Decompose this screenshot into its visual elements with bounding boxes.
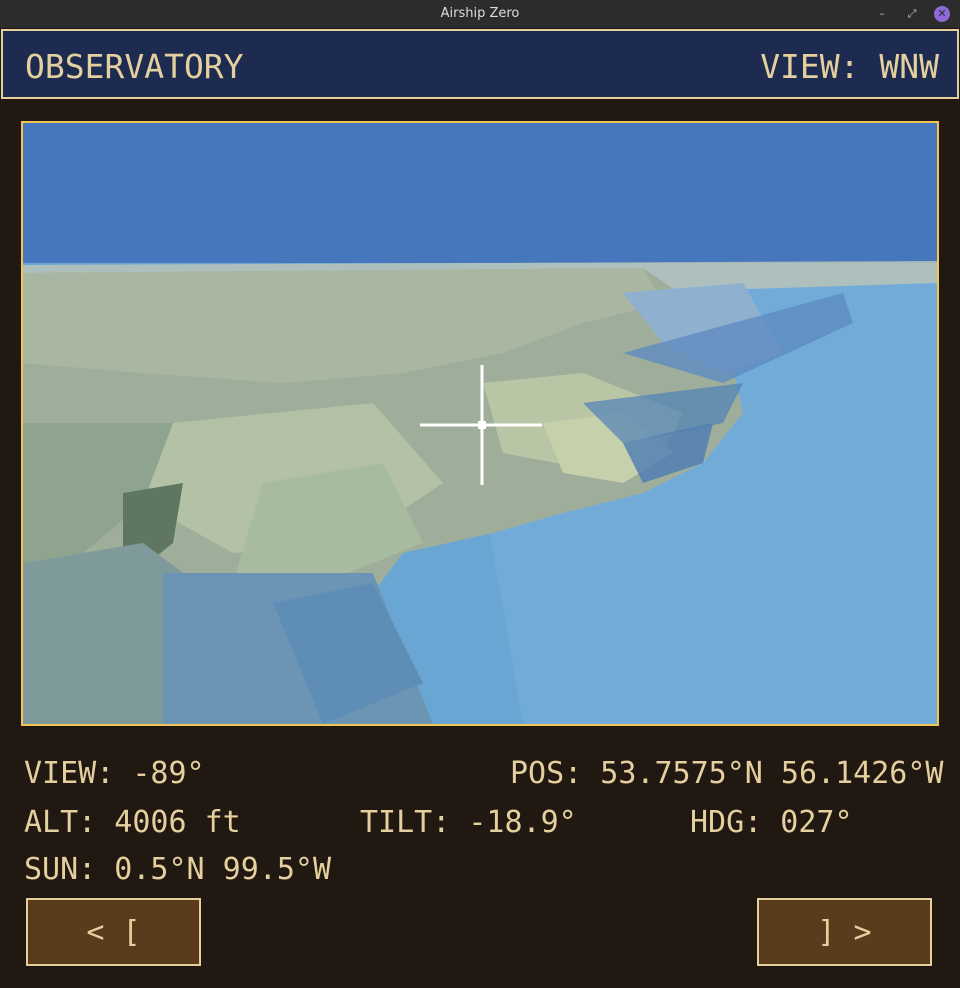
altitude-readout: ALT: 4006 ft [24,805,241,840]
observatory-viewport[interactable] [21,121,939,726]
position-readout: POS: 53.7575°N 56.1426°W [510,756,944,791]
next-view-button[interactable]: ] > [757,898,932,966]
crosshair-center [478,421,486,429]
previous-view-button[interactable]: < [ [26,898,201,966]
tilt-readout: TILT: -18.9° [360,805,577,840]
window-controls: – ⤢ ✕ [874,0,950,28]
close-icon[interactable]: ✕ [934,6,950,22]
view-angle-readout: VIEW: -89° [24,756,205,791]
view-direction-label: VIEW: WNW [760,47,939,86]
terrain-view [23,123,937,724]
sun-readout: SUN: 0.5°N 99.5°W [24,852,332,887]
heading-readout: HDG: 027° [690,805,853,840]
window-title: Airship Zero [440,6,520,21]
window-titlebar: Airship Zero – ⤢ ✕ [0,0,960,28]
page-title: OBSERVATORY [25,47,244,86]
minimize-icon[interactable]: – [874,6,890,22]
restore-icon[interactable]: ⤢ [904,6,920,22]
observatory-header: OBSERVATORY VIEW: WNW [1,29,959,99]
